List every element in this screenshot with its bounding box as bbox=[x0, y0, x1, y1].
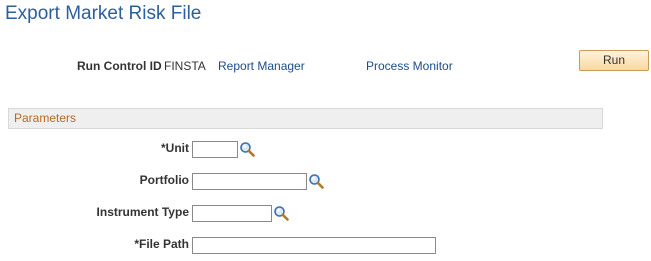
unit-label: *Unit bbox=[161, 141, 189, 155]
run-button[interactable]: Run bbox=[579, 50, 649, 71]
file-path-input[interactable] bbox=[192, 237, 436, 254]
unit-input[interactable] bbox=[192, 141, 238, 158]
unit-lookup-magnifier-icon[interactable] bbox=[239, 141, 255, 157]
file-path-label: *File Path bbox=[134, 237, 189, 251]
portfolio-lookup-magnifier-icon[interactable] bbox=[308, 173, 324, 189]
portfolio-label: Portfolio bbox=[139, 173, 189, 187]
instrument-type-label: Instrument Type bbox=[96, 205, 189, 219]
report-manager-link[interactable]: Report Manager bbox=[218, 59, 305, 73]
parameters-title: Parameters bbox=[14, 111, 77, 125]
parameters-group-header: Parameters bbox=[8, 108, 603, 129]
run-control-id-value: FINSTA bbox=[164, 59, 206, 73]
process-monitor-link[interactable]: Process Monitor bbox=[366, 59, 453, 73]
page-title: Export Market Risk File bbox=[5, 3, 202, 24]
portfolio-input[interactable] bbox=[192, 173, 307, 190]
instrument-type-lookup-magnifier-icon[interactable] bbox=[273, 205, 289, 221]
instrument-type-input[interactable] bbox=[192, 205, 272, 222]
run-control-id-label: Run Control ID bbox=[77, 59, 162, 73]
